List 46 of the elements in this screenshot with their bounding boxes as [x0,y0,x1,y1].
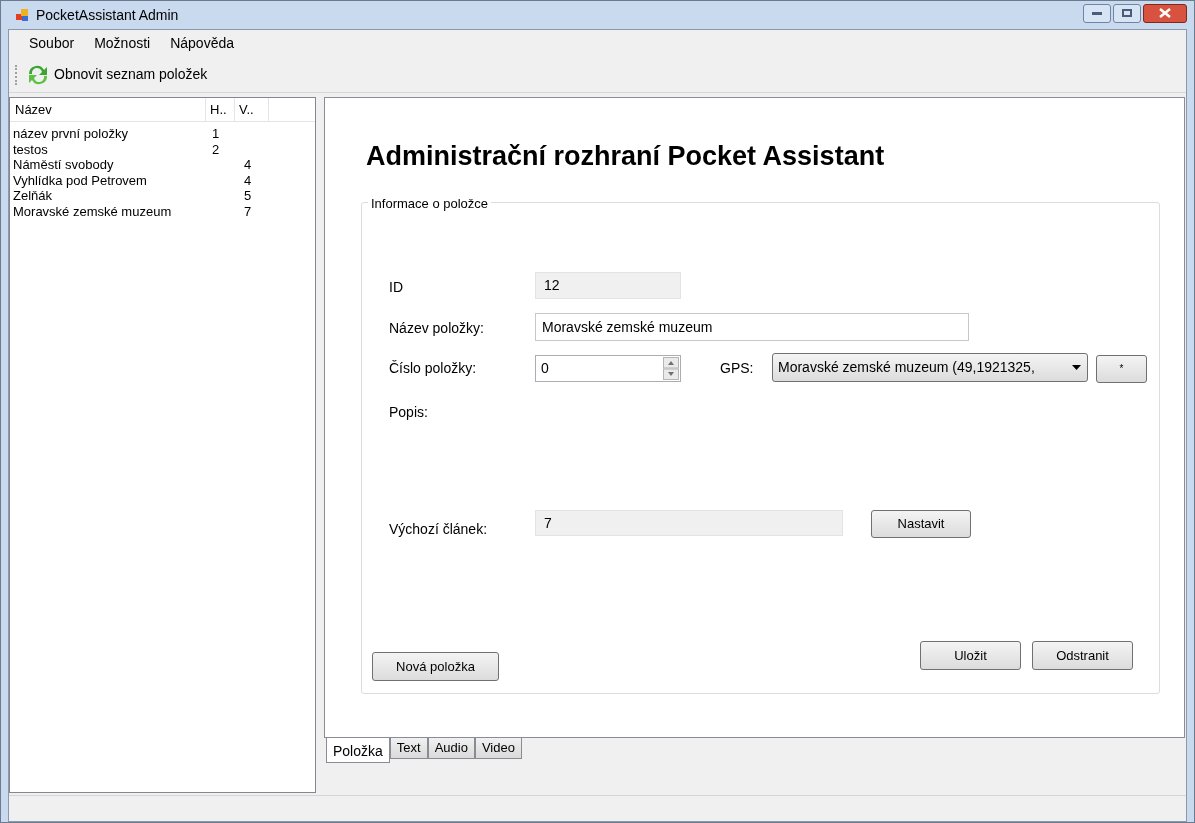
refresh-button[interactable]: Obnovit seznam položek [24,61,210,88]
list-cell[interactable]: Náměstí svobody [13,157,114,173]
list-cell[interactable]: Zelňák [13,188,53,204]
spin-arrows-icon[interactable] [663,357,679,380]
gps-button[interactable]: * [1096,355,1147,383]
menu-item[interactable]: Soubor [21,32,83,55]
minimize-button[interactable] [1083,3,1111,23]
field-label: Číslo položky: [389,359,477,378]
page-heading: Administrační rozhraní Pocket Assistant [366,140,885,173]
gps-dropdown[interactable]: Moravské zemské muzeum (49,1921325, [772,353,1088,382]
field-label: Výchozí článek: [389,520,488,539]
tab[interactable]: Položka [326,737,390,763]
name-field[interactable]: Moravské zemské muzeum [535,313,969,341]
list-cell[interactable]: 5 [244,188,252,204]
dropdown-arrow-icon [1072,365,1081,370]
article-field: 7 [535,510,843,536]
list-cell[interactable]: 2 [212,141,220,157]
list-cell[interactable]: Moravské zemské muzeum [13,203,172,219]
app-icon [16,8,30,22]
menu-item[interactable]: Možnosti [86,32,159,55]
id-field: 12 [535,272,681,299]
list-cell[interactable]: Vyhlídka pod Petrovem [13,172,147,188]
number-spinner[interactable]: 0 [535,355,681,382]
column-header[interactable]: Název [10,98,206,121]
window-title: PocketAssistant Admin [36,5,179,25]
close-icon [1159,8,1171,18]
field-label: Název položky: [389,319,484,338]
field-label: Popis: [389,403,428,422]
menu-item[interactable]: Nápověda [162,32,242,55]
delete-button[interactable]: Odstranit [1032,641,1133,670]
list-cell[interactable]: název první položky [13,126,128,142]
list-cell[interactable]: testos [13,141,48,157]
list-cell[interactable]: 4 [244,172,252,188]
column-header[interactable]: H.. [206,98,235,121]
new-item-button[interactable]: Nová položka [372,652,499,681]
refresh-icon [26,63,50,86]
maximize-button[interactable] [1113,3,1141,23]
list-cell[interactable]: 4 [244,157,252,173]
set-button[interactable]: Nastavit [871,510,971,538]
save-button[interactable]: Uložit [920,641,1021,670]
close-button[interactable] [1143,3,1187,23]
list-cell[interactable]: 7 [244,203,252,219]
field-label: ID [389,278,403,297]
field-label: GPS: [720,359,754,378]
column-header[interactable]: V.. [235,98,269,121]
list-cell[interactable]: 1 [212,126,220,142]
